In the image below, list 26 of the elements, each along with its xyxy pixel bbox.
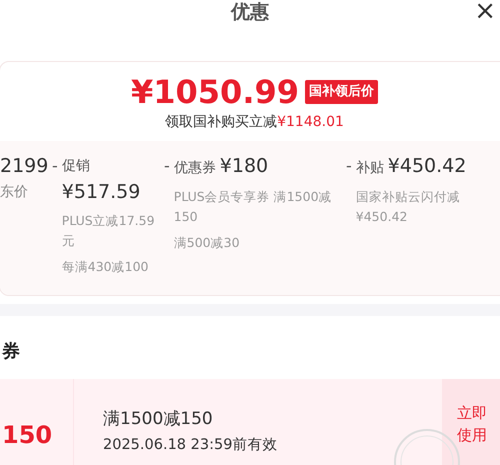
discount-amount: ¥180 (220, 154, 268, 179)
discount-detail: 国家补贴云闪付减¥450.42 (356, 188, 461, 226)
discount-detail: PLUS立减17.59元 (62, 212, 156, 250)
price-label: 东价 (0, 183, 29, 202)
coupon-amount: 150 (2, 420, 52, 451)
coupon-condition: 满1500减150 (103, 408, 214, 431)
discount-label: 促销 (62, 157, 91, 176)
coupon-validity: 2025.06.18 23:59前有效 (103, 436, 278, 454)
minus-sign: - (52, 155, 58, 177)
final-price: ¥1050.99 (130, 74, 299, 110)
discount-amount: ¥517.59 (62, 180, 142, 205)
section-title: 券 (2, 341, 20, 362)
minus-sign: - (346, 155, 352, 177)
discount-label: 优惠券 (174, 159, 216, 178)
close-button[interactable]: × (474, 0, 496, 24)
discount-detail: PLUS会员专享券 满1500减150 (174, 188, 333, 226)
discount-amount: ¥450.42 (388, 154, 466, 179)
savings-note: 领取国补购买立减¥1148.01 (165, 113, 344, 132)
discount-detail: 满500减30 (174, 234, 241, 252)
minus-sign: - (164, 155, 170, 177)
use-now-button[interactable]: 立即使用 (442, 379, 500, 465)
original-price: 2199 (0, 154, 50, 179)
discount-label: 补贴 (356, 159, 384, 178)
dialog-title: 优惠 (231, 0, 269, 25)
discount-detail: 每满430减100 (62, 258, 150, 276)
price-badge: 国补领后价 (305, 80, 378, 104)
